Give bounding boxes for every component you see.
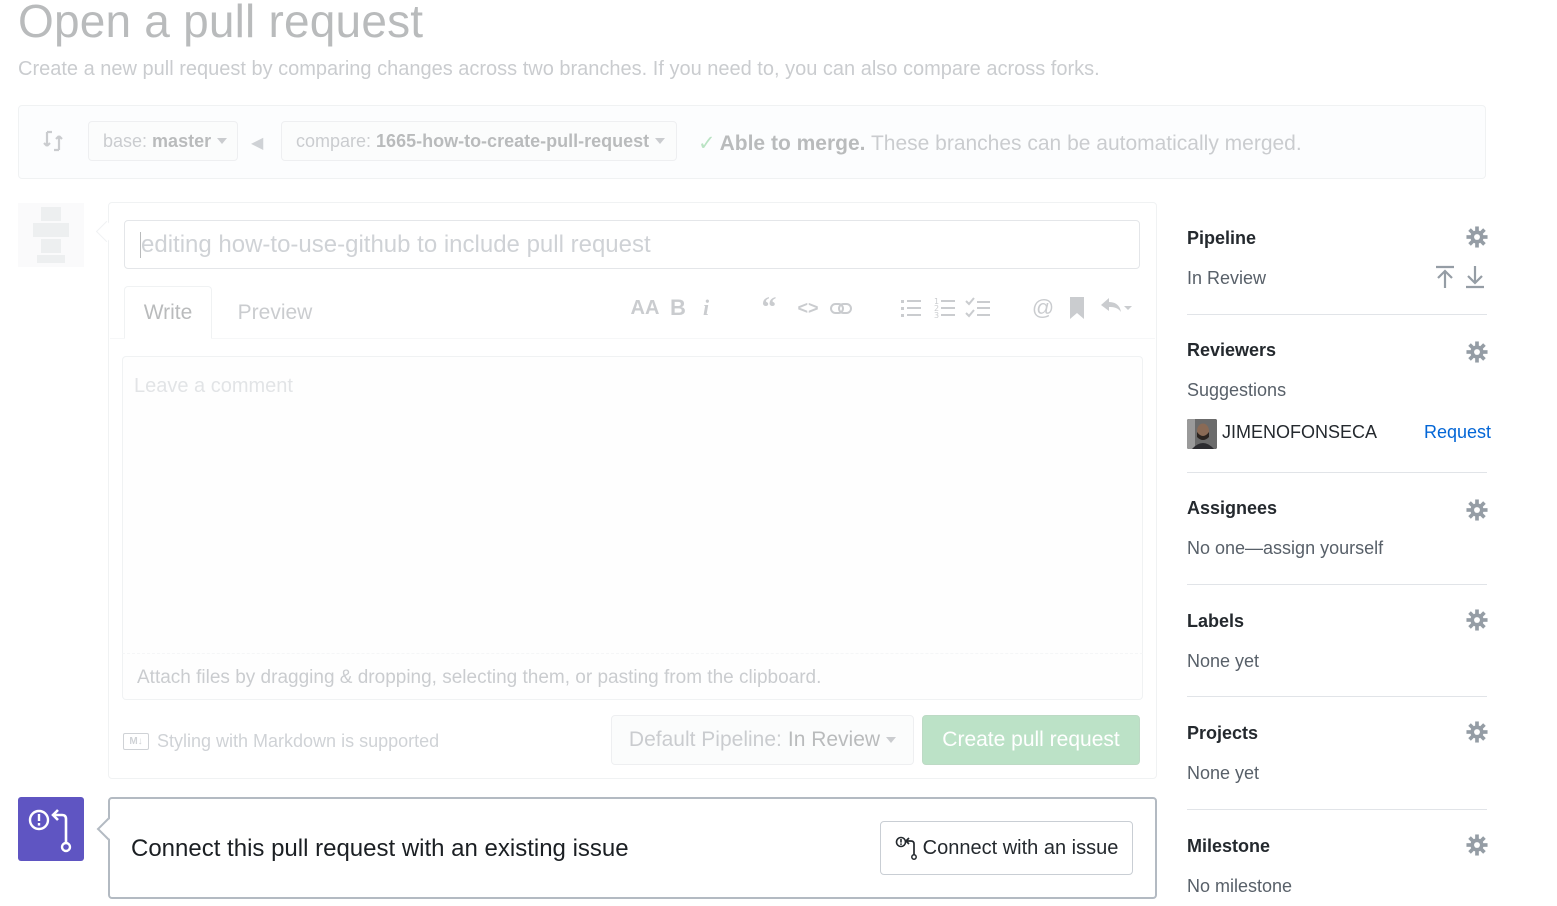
compare-branch-name: 1665-how-to-create-pull-request: [376, 130, 650, 151]
tab-preview[interactable]: Preview: [220, 286, 330, 339]
connect-with-issue-button[interactable]: Connect with an issue: [880, 821, 1133, 875]
arrow-left-icon: ◀: [251, 135, 264, 152]
bookmark-icon[interactable]: [1066, 293, 1088, 323]
bold-icon[interactable]: B: [666, 293, 690, 323]
pipeline-move-controls: [1436, 265, 1484, 289]
comment-textarea[interactable]: [122, 356, 1143, 653]
text-size-icon[interactable]: AA: [630, 293, 660, 323]
avatar: [18, 203, 84, 267]
base-branch-name: master: [152, 130, 212, 151]
italic-icon[interactable]: i: [696, 293, 716, 323]
tab-write[interactable]: Write: [124, 286, 212, 339]
pipeline-value-label: In Review: [1187, 268, 1267, 288]
default-avatar-icon: [33, 207, 69, 263]
sidebar-divider: [1187, 472, 1487, 473]
svg-text:3: 3: [934, 311, 939, 320]
gear-icon[interactable]: [1466, 721, 1488, 743]
gear-icon[interactable]: [1466, 609, 1488, 631]
sidebar-labels-heading: Labels: [1187, 611, 1245, 631]
link-icon[interactable]: [828, 293, 854, 323]
compare-icon: [43, 130, 63, 152]
sidebar-assignees-heading: Assignees: [1187, 498, 1278, 518]
user-photo-icon: [1187, 419, 1217, 449]
gear-icon[interactable]: [1466, 834, 1488, 856]
mention-icon[interactable]: @: [1030, 293, 1056, 323]
connect-with-issue-label: Connect with an issue: [922, 836, 1119, 859]
create-pull-request-button[interactable]: Create pull request: [922, 715, 1140, 765]
page-title: Open a pull request: [18, 0, 424, 47]
labels-value: None yet: [1187, 651, 1260, 671]
sidebar-divider: [1187, 584, 1487, 585]
chevron-down-icon: [886, 737, 897, 743]
pipeline-prefix: Default Pipeline:: [628, 728, 782, 751]
gear-icon[interactable]: [1466, 499, 1488, 521]
chevron-down-icon: [217, 138, 228, 144]
check-icon: ✓: [698, 132, 716, 155]
ordered-list-icon[interactable]: 123: [932, 293, 958, 323]
connect-issue-text: Connect this pull request with an existi…: [131, 835, 629, 862]
base-branch-select[interactable]: base: master: [88, 121, 238, 161]
title-input[interactable]: editing how-to-use-github to include pul…: [124, 220, 1140, 269]
reviewer-name: JIMENOFONSECA: [1222, 422, 1378, 442]
attach-files-text: Attach files by dragging & dropping, sel…: [137, 667, 822, 688]
sidebar-divider: [1187, 696, 1487, 697]
quote-icon[interactable]: “: [756, 291, 782, 324]
move-top-icon[interactable]: [1436, 265, 1454, 288]
compare-prefix: compare:: [296, 130, 372, 151]
code-icon[interactable]: <>: [794, 293, 822, 323]
markdown-note-text[interactable]: Styling with Markdown is supported: [157, 731, 439, 752]
sidebar-reviewers-heading: Reviewers: [1187, 340, 1277, 360]
task-list-icon[interactable]: [964, 293, 992, 323]
reply-icon[interactable]: [1098, 293, 1134, 323]
assignees-value[interactable]: No one—assign yourself: [1187, 538, 1383, 559]
issue-connect-icon: [895, 836, 917, 860]
sidebar-pipeline-heading: Pipeline: [1187, 228, 1257, 248]
sidebar-projects-heading: Projects: [1187, 723, 1259, 743]
merge-status: ✓ Able to merge. These branches can be au…: [698, 131, 1302, 156]
comment-placeholder: Leave a comment: [134, 375, 293, 397]
page-subtitle: Create a new pull request by comparing c…: [18, 58, 1100, 80]
request-review-link[interactable]: Request: [1424, 422, 1491, 443]
chevron-down-icon: [655, 138, 666, 144]
base-prefix: base:: [103, 130, 148, 151]
compare-branch-select[interactable]: compare: 1665-how-to-create-pull-request: [281, 121, 677, 161]
reviewers-suggestions-label: Suggestions: [1187, 380, 1287, 400]
projects-value: None yet: [1187, 763, 1260, 783]
milestone-value: No milestone: [1187, 876, 1293, 896]
unordered-list-icon[interactable]: [898, 293, 924, 323]
markdown-note: M↓ Styling with Markdown is supported: [123, 731, 439, 752]
pipeline-value: In Review: [787, 728, 881, 751]
issue-connect-icon: [28, 809, 72, 853]
move-bottom-icon[interactable]: [1466, 266, 1484, 289]
gear-icon[interactable]: [1466, 226, 1488, 248]
sidebar-divider: [1187, 809, 1487, 810]
sidebar-divider: [1187, 314, 1487, 315]
avatar: [1187, 419, 1217, 449]
pipeline-select-button[interactable]: Default Pipeline: In Review: [611, 715, 914, 765]
issue-connect-badge: [18, 797, 84, 861]
merge-status-note: These branches can be automatically merg…: [870, 132, 1302, 155]
merge-status-label: Able to merge.: [719, 132, 866, 155]
sidebar-milestone-heading: Milestone: [1187, 836, 1271, 856]
markdown-icon: M↓: [123, 733, 149, 750]
gear-icon[interactable]: [1466, 341, 1488, 363]
